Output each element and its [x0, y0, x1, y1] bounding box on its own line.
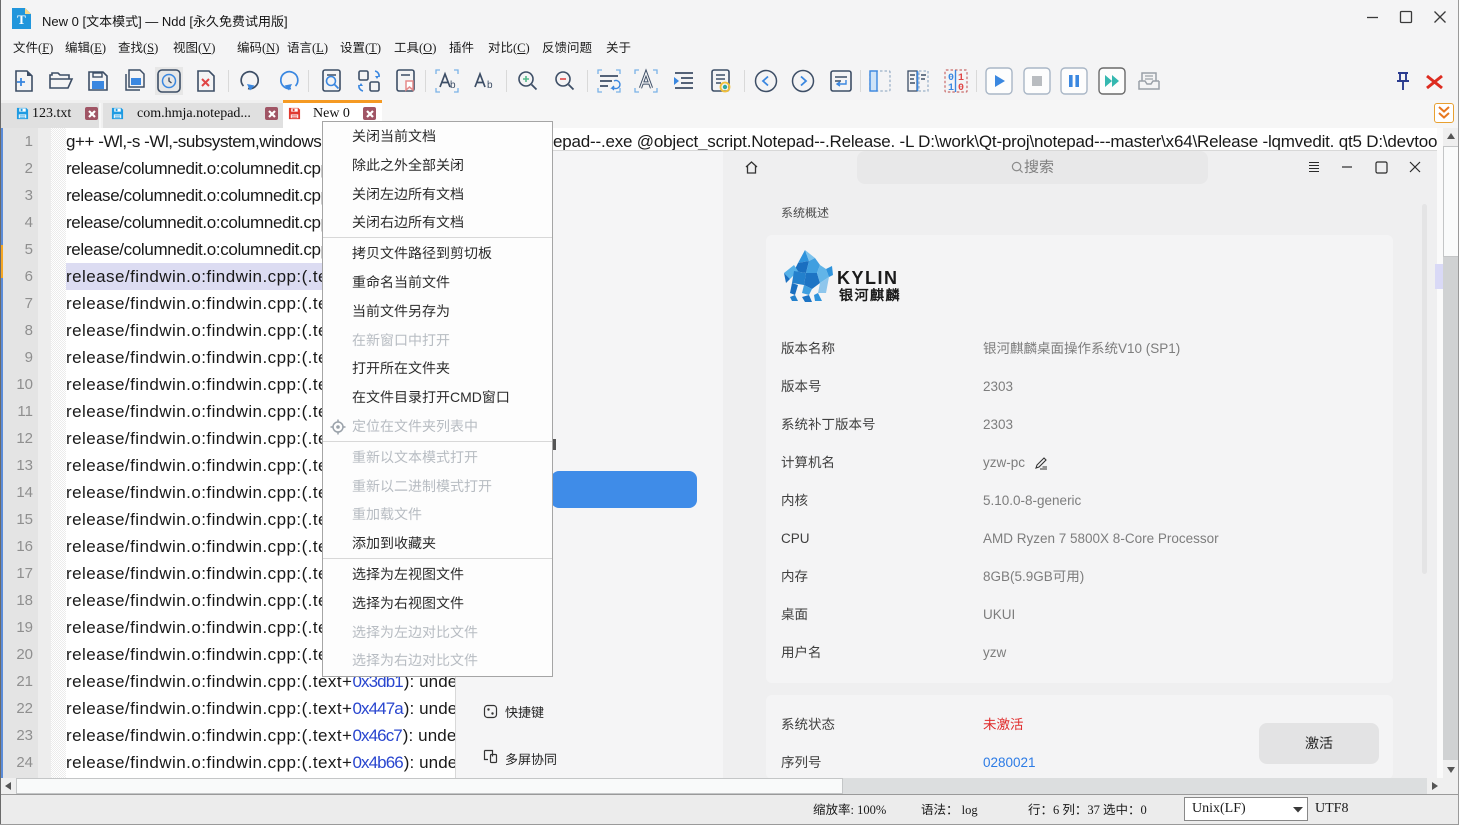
svg-text:b: b [450, 80, 456, 91]
svg-text:b: b [487, 80, 493, 91]
svg-text:0: 0 [958, 83, 964, 94]
svg-text:1: 1 [948, 83, 954, 94]
